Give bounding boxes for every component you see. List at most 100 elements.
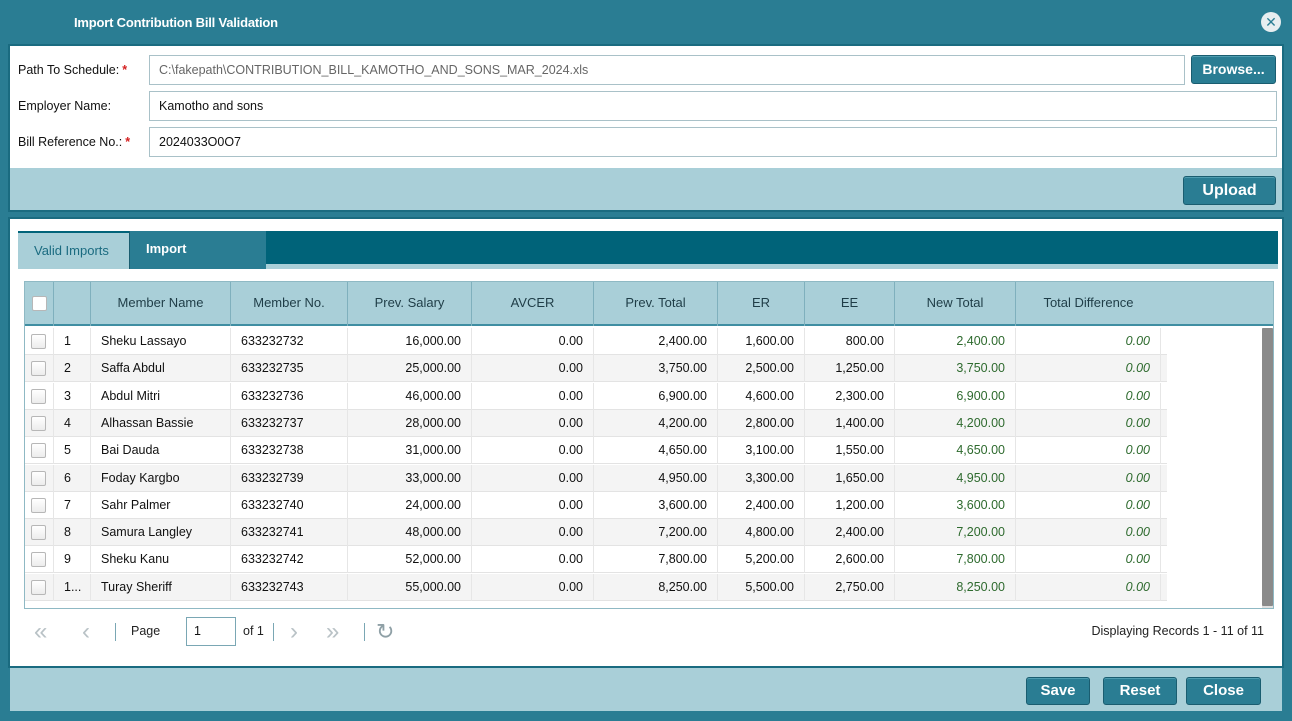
cell-row-number: 5	[54, 437, 91, 465]
browse-button[interactable]: Browse...	[1191, 55, 1276, 84]
page-label: Page	[131, 624, 161, 638]
table-row[interactable]: 5 Bai Dauda 633232738 31,000.00 0.00 4,650.00…	[25, 437, 1167, 465]
page-number-input[interactable]: 1	[186, 617, 236, 646]
col-member-no[interactable]: Member No.	[231, 282, 348, 326]
title-bar: Import Contribution Bill Validation ✕	[0, 0, 1292, 44]
col-prev-salary[interactable]: Prev. Salary	[348, 282, 472, 326]
row-select-cell	[25, 355, 54, 383]
prev-page-icon[interactable]: ‹	[82, 618, 90, 646]
reset-button[interactable]: Reset	[1103, 677, 1177, 705]
cell-ee: 1,550.00	[805, 437, 895, 465]
cell-ee: 1,650.00	[805, 464, 895, 492]
next-page-icon[interactable]: ›	[290, 618, 298, 646]
cell-avcer: 0.00	[472, 464, 594, 492]
row-checkbox[interactable]	[31, 525, 46, 541]
cell-prev-salary: 16,000.00	[348, 328, 472, 355]
cell-ee: 1,250.00	[805, 355, 895, 383]
row-checkbox[interactable]	[31, 579, 46, 595]
form-panel: Path To Schedule: * C:\fakepath\CONTRIBUT…	[8, 44, 1284, 212]
table-row[interactable]: 1... Turay Sheriff 633232743 55,000.00 0.00 8…	[25, 573, 1167, 601]
table-row[interactable]: 4 Alhassan Bassie 633232737 28,000.00 0.00 4,…	[25, 409, 1167, 437]
cell-prev-total: 3,750.00	[594, 355, 718, 383]
col-total-difference[interactable]: Total Difference	[1016, 282, 1161, 326]
grid-header: Member Name Member No. Prev. Salary AVCE…	[25, 282, 1273, 326]
cell-row-number: 9	[54, 546, 91, 574]
cell-prev-salary: 24,000.00	[348, 491, 472, 519]
employer-input[interactable]: Kamotho and sons	[149, 91, 1277, 121]
cell-avcer: 0.00	[472, 546, 594, 574]
dialog-title: Import Contribution Bill Validation	[74, 15, 278, 30]
col-prev-total[interactable]: Prev. Total	[594, 282, 718, 326]
records-display: Displaying Records 1 - 11 of 11	[1091, 624, 1264, 638]
cell-prev-total: 3,600.00	[594, 491, 718, 519]
page-count-label: of 1	[243, 624, 264, 638]
path-label-text: Path To Schedule:	[18, 63, 120, 77]
employer-label: Employer Name:	[18, 99, 112, 113]
row-checkbox[interactable]	[31, 470, 46, 486]
cell-new-total: 3,750.00	[895, 355, 1016, 383]
first-page-icon[interactable]: «	[34, 618, 47, 646]
row-checkbox[interactable]	[31, 552, 46, 568]
billref-input[interactable]: 2024033O0O7	[149, 127, 1277, 157]
refresh-icon[interactable]: ↻	[376, 618, 394, 646]
cell-row-number: 7	[54, 491, 91, 519]
table-row[interactable]: 1 Sheku Lassayo 633232732 16,000.00 0.00 2,40…	[25, 328, 1167, 355]
cell-er: 2,500.00	[718, 355, 805, 383]
cell-prev-total: 2,400.00	[594, 328, 718, 355]
col-member-name[interactable]: Member Name	[91, 282, 231, 326]
col-er[interactable]: ER	[718, 282, 805, 326]
vertical-scrollbar[interactable]	[1262, 328, 1273, 608]
row-checkbox[interactable]	[31, 361, 46, 377]
cell-row-number: 1	[54, 328, 91, 355]
cell-er: 4,600.00	[718, 382, 805, 410]
cell-avcer: 0.00	[472, 328, 594, 355]
required-mark: *	[122, 63, 128, 77]
select-all-cell	[25, 282, 54, 326]
cell-new-total: 7,200.00	[895, 519, 1016, 547]
last-page-icon[interactable]: »	[326, 618, 339, 646]
save-button[interactable]: Save	[1026, 677, 1090, 705]
close-button[interactable]: Close	[1186, 677, 1261, 705]
table-row[interactable]: 8 Samura Langley 633232741 48,000.00 0.00 7,2…	[25, 519, 1167, 547]
scrollbar-thumb[interactable]	[1262, 328, 1273, 606]
table-row[interactable]: 3 Abdul Mitri 633232736 46,000.00 0.00 6,900.…	[25, 382, 1167, 410]
cell-total-difference: 0.00	[1016, 491, 1161, 519]
table-row[interactable]: 2 Saffa Abdul 633232735 25,000.00 0.00 3,750.…	[25, 355, 1167, 383]
cell-member-name: Samura Langley	[91, 519, 231, 547]
select-all-checkbox[interactable]	[32, 296, 47, 311]
row-checkbox[interactable]	[31, 388, 46, 404]
cell-member-no: 633232737	[231, 409, 348, 437]
tab-import-exceptions[interactable]: Import Exceptions	[129, 231, 266, 292]
row-checkbox[interactable]	[31, 334, 46, 349]
cell-avcer: 0.00	[472, 573, 594, 601]
cell-member-no: 633232736	[231, 382, 348, 410]
col-new-total[interactable]: New Total	[895, 282, 1016, 326]
upload-button[interactable]: Upload	[1183, 176, 1276, 205]
footer-bar: Save Reset Close	[10, 668, 1282, 711]
cell-prev-salary: 52,000.00	[348, 546, 472, 574]
cell-ee: 800.00	[805, 328, 895, 355]
cell-member-name: Abdul Mitri	[91, 382, 231, 410]
table-row[interactable]: 9 Sheku Kanu 633232742 52,000.00 0.00 7,800.0…	[25, 546, 1167, 574]
path-input[interactable]: C:\fakepath\CONTRIBUTION_BILL_KAMOTHO_AN…	[149, 55, 1185, 85]
cell-member-name: Alhassan Bassie	[91, 409, 231, 437]
cell-avcer: 0.00	[472, 355, 594, 383]
cell-member-no: 633232738	[231, 437, 348, 465]
table-row[interactable]: 6 Foday Kargbo 633232739 33,000.00 0.00 4,950…	[25, 464, 1167, 492]
cell-member-name: Saffa Abdul	[91, 355, 231, 383]
close-icon[interactable]: ✕	[1261, 12, 1281, 32]
row-checkbox[interactable]	[31, 443, 46, 459]
cell-prev-total: 4,200.00	[594, 409, 718, 437]
row-checkbox[interactable]	[31, 497, 46, 513]
row-select-cell	[25, 464, 54, 492]
cell-er: 2,800.00	[718, 409, 805, 437]
tab-valid-imports[interactable]: Valid Imports	[18, 231, 129, 269]
col-ee[interactable]: EE	[805, 282, 895, 326]
cell-prev-total: 7,200.00	[594, 519, 718, 547]
table-row[interactable]: 7 Sahr Palmer 633232740 24,000.00 0.00 3,600.…	[25, 491, 1167, 519]
cell-member-no: 633232742	[231, 546, 348, 574]
row-checkbox[interactable]	[31, 415, 46, 431]
cell-er: 5,200.00	[718, 546, 805, 574]
col-avcer[interactable]: AVCER	[472, 282, 594, 326]
cell-prev-total: 4,650.00	[594, 437, 718, 465]
